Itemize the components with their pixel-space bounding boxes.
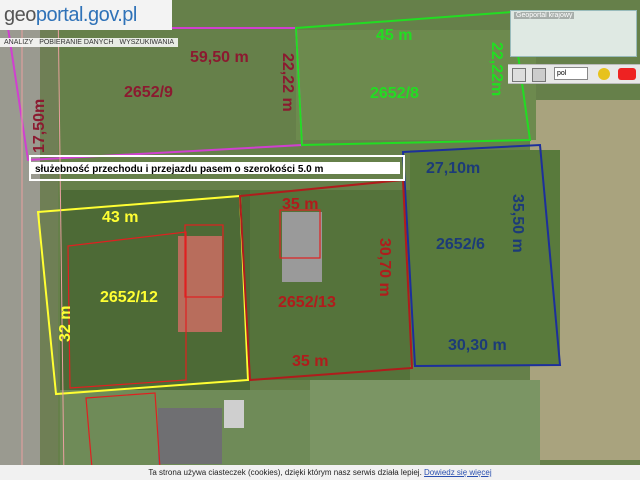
parcel-2652-9-dim-right: 22,22 m: [279, 53, 296, 112]
trees: [410, 150, 560, 365]
parcel-2652-8-dim-right: 22,22m: [488, 42, 505, 96]
building-small: [224, 400, 244, 428]
building-gray: [282, 212, 322, 282]
menu-item-analizy[interactable]: ANALIZY: [4, 39, 33, 46]
portal-header: geoportal.gov.pl: [0, 0, 172, 30]
menu-item-wyszukiwania[interactable]: WYSZUKIWANIA: [119, 39, 174, 46]
cookie-more-link[interactable]: Dowiedz się więcej: [424, 468, 492, 477]
parcel-2652-6-dim-right: 35,50 m: [509, 194, 526, 253]
easement-label: służebność przechodu i przejazdu pasem o…: [35, 164, 324, 175]
road-strip: [0, 0, 40, 480]
youtube-icon[interactable]: [618, 68, 636, 80]
parcel-2652-12-dim-top: 43 m: [102, 209, 138, 226]
parcel-2652-13-dim-top: 35 m: [282, 196, 318, 213]
portal-logo[interactable]: geoportal.gov.pl: [4, 4, 137, 27]
cookie-bar: Ta strona używa ciasteczek (cookies), dz…: [0, 465, 640, 480]
parcel-2652-9-label: 2652/9: [124, 84, 173, 101]
parcel-2652-6-dim-bottom: 30,30 m: [448, 337, 507, 354]
top-menu: ANALIZY POBIERANIE DANYCH WYSZUKIWANIA: [0, 38, 179, 47]
south-east-area: [310, 380, 540, 465]
export-icon[interactable]: [532, 68, 546, 82]
parcel-2652-9-dim-top: 59,50 m: [190, 49, 249, 66]
parcel-2652-6-dim-top: 27,10m: [426, 160, 480, 177]
building-south: [158, 408, 222, 464]
logo-prefix: geo: [4, 4, 36, 26]
parcel-2652-8-label: 2652/8: [370, 85, 419, 102]
minimap-title: Geoportal krajowy: [514, 12, 575, 19]
logo-suffix: portal.gov.pl: [35, 4, 137, 26]
parcel-2652-13-dim-bottom: 35 m: [292, 353, 328, 370]
parcel-2652-12-label: 2652/12: [100, 289, 158, 306]
parcel-2652-8-dim-top: 45 m: [376, 27, 412, 44]
parcel-2652-13-dim-right: 30,70 m: [376, 238, 393, 297]
parcel-2652-9-dim-left: 17,50m: [31, 99, 48, 153]
menu-item-pobieranie[interactable]: POBIERANIE DANYCH: [39, 39, 113, 46]
verge: [40, 0, 58, 480]
language-select[interactable]: pol: [554, 67, 588, 80]
help-icon[interactable]: [598, 68, 610, 80]
cookie-text: Ta strona używa ciasteczek (cookies), dz…: [148, 468, 422, 477]
parcel-2652-12-dim-left: 32 m: [57, 306, 74, 342]
print-icon[interactable]: [512, 68, 526, 82]
parcel-2652-6-label: 2652/6: [436, 236, 485, 253]
parcel-2652-13-label: 2652/13: [278, 294, 336, 311]
